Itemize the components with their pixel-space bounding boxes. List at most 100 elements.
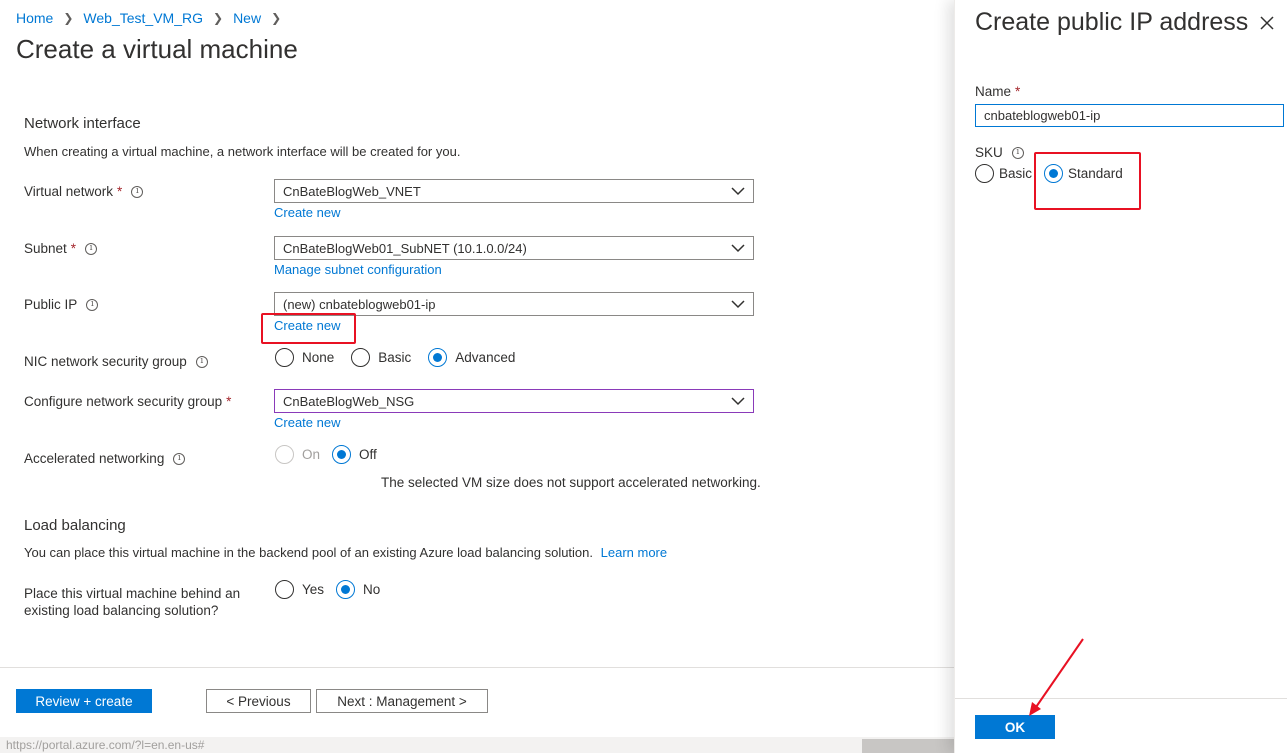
load-balancing-question-line1: Place this virtual machine behind an bbox=[24, 586, 241, 601]
radio-circle[interactable] bbox=[975, 164, 994, 183]
footer-divider bbox=[0, 667, 954, 668]
radio-circle-disabled bbox=[275, 445, 294, 464]
nic-nsg-radio-group: None Basic Advanced bbox=[275, 348, 531, 367]
configure-nsg-value: CnBateBlogWeb_NSG bbox=[283, 393, 415, 409]
annotation-arrow-icon bbox=[1029, 638, 1084, 716]
breadcrumb-new[interactable]: New bbox=[233, 10, 261, 26]
required-marker: * bbox=[70, 241, 77, 256]
panel-sku-label: SKU i bbox=[975, 145, 1024, 160]
accelerated-option-off-label: Off bbox=[359, 447, 377, 462]
radio-circle-selected[interactable] bbox=[336, 580, 356, 599]
panel-sku-label-text: SKU bbox=[975, 145, 1003, 160]
virtual-network-dropdown[interactable]: CnBateBlogWeb_VNET bbox=[274, 179, 754, 203]
chevron-right-icon: ❯ bbox=[271, 11, 282, 25]
info-icon[interactable]: i bbox=[1011, 146, 1024, 159]
nic-nsg-option-basic[interactable]: Basic bbox=[351, 348, 411, 367]
previous-button[interactable]: < Previous bbox=[206, 689, 311, 713]
load-balancing-heading: Load balancing bbox=[24, 517, 126, 534]
load-balancing-radio-group: Yes No bbox=[275, 580, 396, 599]
ok-button[interactable]: OK bbox=[975, 715, 1055, 739]
page-title: Create a virtual machine bbox=[16, 34, 298, 64]
load-balancing-option-no[interactable]: No bbox=[336, 580, 380, 599]
virtual-network-label: Virtual network * i bbox=[24, 184, 144, 199]
nic-nsg-option-none[interactable]: None bbox=[275, 348, 334, 367]
configure-nsg-label: Configure network security group * bbox=[24, 394, 231, 409]
info-icon[interactable]: i bbox=[195, 355, 208, 368]
accelerated-option-on: On bbox=[275, 445, 320, 464]
nic-nsg-option-basic-label: Basic bbox=[378, 350, 412, 365]
annotation-highlight-box bbox=[261, 313, 356, 344]
chevron-down-icon bbox=[731, 394, 745, 408]
browser-status-bar: https://portal.azure.com/?l=en.en-us# bbox=[0, 737, 954, 753]
radio-circle-selected[interactable] bbox=[332, 445, 352, 464]
accelerated-networking-label-text: Accelerated networking bbox=[24, 451, 165, 466]
sku-option-basic[interactable]: Basic bbox=[975, 164, 1032, 183]
virtual-network-create-new-link[interactable]: Create new bbox=[274, 205, 340, 220]
load-balancing-option-yes-label: Yes bbox=[302, 582, 325, 597]
load-balancing-question: Place this virtual machine behind an exi… bbox=[24, 585, 240, 619]
load-balancing-option-yes[interactable]: Yes bbox=[275, 580, 324, 599]
load-balancing-description-row: You can place this virtual machine in th… bbox=[24, 545, 667, 560]
status-url: https://portal.azure.com/?l=en.en-us# bbox=[6, 738, 205, 752]
public-ip-value: (new) cnbateblogweb01-ip bbox=[283, 296, 436, 312]
configure-nsg-create-new-link[interactable]: Create new bbox=[274, 415, 340, 430]
chevron-down-icon bbox=[731, 297, 745, 311]
panel-name-label-text: Name bbox=[975, 84, 1012, 99]
nic-nsg-option-advanced-label: Advanced bbox=[455, 350, 516, 365]
chevron-down-icon bbox=[731, 241, 745, 255]
chevron-down-icon bbox=[731, 184, 745, 198]
breadcrumb-resource-group[interactable]: Web_Test_VM_RG bbox=[83, 10, 203, 26]
breadcrumb-home[interactable]: Home bbox=[16, 10, 53, 26]
nic-nsg-label-text: NIC network security group bbox=[24, 354, 187, 369]
subnet-value: CnBateBlogWeb01_SubNET (10.1.0.0/24) bbox=[283, 240, 527, 256]
close-icon[interactable] bbox=[1258, 14, 1276, 32]
subnet-dropdown[interactable]: CnBateBlogWeb01_SubNET (10.1.0.0/24) bbox=[274, 236, 754, 260]
info-icon[interactable]: i bbox=[173, 452, 186, 465]
radio-circle[interactable] bbox=[275, 580, 294, 599]
breadcrumb: Home ❯ Web_Test_VM_RG ❯ New ❯ bbox=[16, 10, 291, 26]
nic-nsg-option-none-label: None bbox=[302, 350, 335, 365]
sku-option-basic-label: Basic bbox=[999, 166, 1033, 181]
load-balancing-option-no-label: No bbox=[363, 582, 381, 597]
panel-footer-divider bbox=[955, 698, 1287, 699]
learn-more-link[interactable]: Learn more bbox=[601, 545, 667, 560]
accelerated-option-off[interactable]: Off bbox=[332, 445, 377, 464]
radio-circle[interactable] bbox=[275, 348, 294, 367]
virtual-network-label-text: Virtual network bbox=[24, 184, 114, 199]
panel-name-label: Name * bbox=[975, 84, 1020, 99]
radio-circle[interactable] bbox=[351, 348, 371, 367]
chevron-right-icon: ❯ bbox=[213, 11, 224, 25]
configure-nsg-label-text: Configure network security group bbox=[24, 394, 223, 409]
nic-nsg-option-advanced[interactable]: Advanced bbox=[428, 348, 515, 367]
virtual-network-value: CnBateBlogWeb_VNET bbox=[283, 183, 421, 199]
subnet-label: Subnet * i bbox=[24, 241, 98, 256]
radio-circle-selected[interactable] bbox=[428, 348, 448, 367]
accelerated-option-on-label: On bbox=[302, 447, 321, 462]
subnet-label-text: Subnet bbox=[24, 241, 67, 256]
network-interface-description: When creating a virtual machine, a netwo… bbox=[24, 144, 461, 159]
load-balancing-description: You can place this virtual machine in th… bbox=[24, 545, 594, 560]
chevron-right-icon: ❯ bbox=[63, 11, 74, 25]
accelerated-networking-radio-group: On Off bbox=[275, 445, 393, 464]
horizontal-scrollbar-thumb[interactable] bbox=[862, 739, 954, 753]
public-ip-label: Public IP i bbox=[24, 297, 99, 312]
accelerated-networking-label: Accelerated networking i bbox=[24, 451, 186, 466]
create-public-ip-panel: Create public IP address Name * cnbateblo… bbox=[954, 0, 1287, 753]
network-interface-heading: Network interface bbox=[24, 115, 141, 132]
accelerated-networking-note: The selected VM size does not support ac… bbox=[381, 475, 761, 490]
required-marker: * bbox=[1015, 84, 1021, 99]
annotation-highlight-box bbox=[1034, 152, 1141, 210]
required-marker: * bbox=[117, 184, 123, 199]
panel-title: Create public IP address bbox=[975, 8, 1249, 36]
nic-nsg-label: NIC network security group i bbox=[24, 354, 208, 369]
public-ip-name-input[interactable]: cnbateblogweb01-ip bbox=[975, 104, 1284, 127]
configure-nsg-dropdown[interactable]: CnBateBlogWeb_NSG bbox=[274, 389, 754, 413]
next-management-button[interactable]: Next : Management > bbox=[316, 689, 488, 713]
manage-subnet-configuration-link[interactable]: Manage subnet configuration bbox=[274, 262, 442, 277]
public-ip-name-value: cnbateblogweb01-ip bbox=[984, 108, 1101, 123]
info-icon[interactable]: i bbox=[131, 185, 144, 198]
info-icon[interactable]: i bbox=[86, 298, 99, 311]
review-create-button[interactable]: Review + create bbox=[16, 689, 152, 713]
required-marker: * bbox=[226, 394, 232, 409]
info-icon[interactable]: i bbox=[85, 242, 98, 255]
